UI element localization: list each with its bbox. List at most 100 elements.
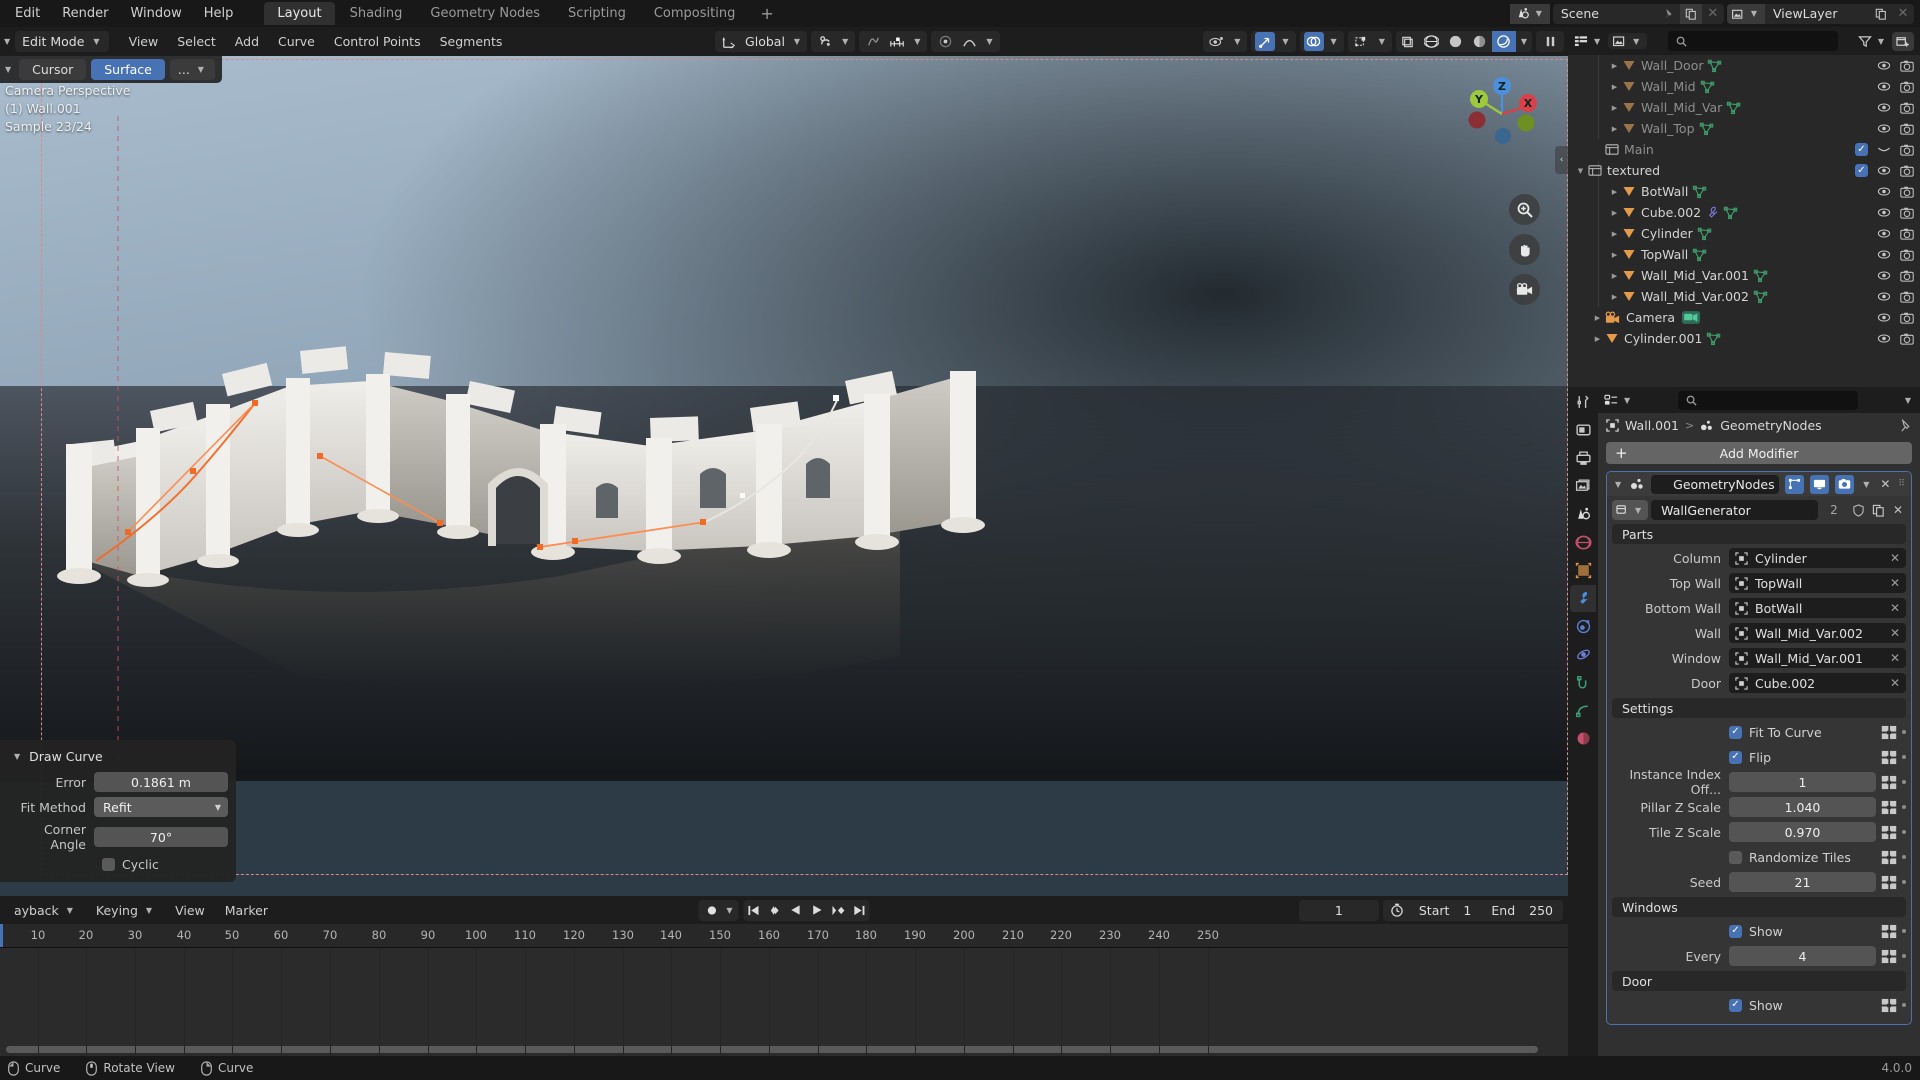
transform-orientation-selector[interactable]: Global ▼ (715, 31, 808, 52)
menu-segments[interactable]: Segments (431, 31, 512, 52)
shield-icon[interactable] (1850, 503, 1867, 517)
timeline-view-menu[interactable]: View (166, 900, 214, 921)
properties-content[interactable]: + Add Modifier ▼ GeometryNodes ▼ ✕ ⠿ ▼ W… (1598, 438, 1920, 1056)
input-node-toggle[interactable] (1881, 850, 1897, 865)
outliner-search-input[interactable] (1667, 31, 1838, 51)
camera-render-icon[interactable] (1900, 60, 1914, 72)
camera-view-icon[interactable] (1509, 274, 1540, 305)
playhead[interactable] (0, 924, 3, 947)
clear-object-icon[interactable]: ✕ (1890, 551, 1900, 565)
clear-object-icon[interactable]: ✕ (1890, 576, 1900, 590)
tab-geometry-nodes[interactable]: Geometry Nodes (417, 2, 553, 25)
drag-handle-icon[interactable]: ⠿ (1898, 479, 1906, 489)
cyclic-checkbox[interactable] (102, 858, 115, 871)
gizmo-selector[interactable]: ▼ (1251, 31, 1296, 52)
collection-enable-checkbox[interactable] (1855, 143, 1868, 156)
close-icon[interactable]: ✕ (1878, 477, 1892, 491)
shading-rendered-icon[interactable] (1491, 31, 1516, 52)
proportional-edit-group[interactable]: ▼ (859, 31, 928, 52)
input-node-toggle[interactable] (1881, 875, 1897, 890)
checkbox-row-randomize-tiles[interactable]: Randomize Tiles (1729, 850, 1876, 865)
breadcrumb-object[interactable]: Wall.001 (1625, 418, 1679, 433)
object-selector-door[interactable]: Cube.002 ✕ (1729, 673, 1906, 693)
outliner-row[interactable]: ▶ BotWall (1568, 181, 1920, 202)
tool-tab[interactable] (1570, 389, 1596, 416)
disclosure-triangle[interactable]: ▶ (1608, 293, 1621, 301)
outliner-row[interactable]: ▶ Cube.002 (1568, 202, 1920, 223)
animate-dot-icon[interactable] (1902, 730, 1906, 734)
clear-object-icon[interactable]: ✕ (1890, 626, 1900, 640)
outliner-row[interactable]: ▶ Wall_Mid_Var.001 (1568, 265, 1920, 286)
new-scene-icon[interactable] (1679, 3, 1702, 24)
duplicate-icon[interactable] (1870, 504, 1887, 517)
prev-keyframe-icon[interactable] (765, 900, 786, 921)
tab-scripting[interactable]: Scripting (555, 2, 639, 25)
outliner-row[interactable]: ▶ Wall_Mid (1568, 76, 1920, 97)
input-attribute-toggle-icon[interactable] (1881, 825, 1897, 840)
object-selector-top-wall[interactable]: TopWall ✕ (1729, 573, 1906, 593)
record-icon[interactable] (698, 900, 724, 921)
outliner-editor-type-button[interactable]: ▼ (1574, 35, 1603, 47)
animate-dot-icon[interactable] (1902, 805, 1906, 809)
shading-wireframe-icon[interactable] (1396, 31, 1420, 52)
visibility-selector[interactable]: ▼ (1203, 31, 1248, 52)
add-modifier-button[interactable]: + Add Modifier (1606, 442, 1912, 464)
outliner-filter-button[interactable]: ▼ (1857, 35, 1887, 48)
tool-settings-collapse-icon[interactable]: ▼ (2, 65, 14, 74)
value-field-tile-z-scale[interactable]: 0.970 (1729, 822, 1876, 842)
data-tab[interactable] (1570, 697, 1596, 724)
outliner-row[interactable]: ▶ TopWall (1568, 244, 1920, 265)
animate-dot-icon[interactable] (1902, 830, 1906, 834)
object-tab[interactable] (1570, 557, 1596, 584)
eye-icon[interactable] (1877, 165, 1891, 176)
disclosure-triangle[interactable]: ▶ (1608, 272, 1621, 280)
operator-panel-header[interactable]: ▼ Draw Curve (8, 746, 228, 772)
delete-scene-icon[interactable]: ✕ (1702, 4, 1724, 24)
collection-enable-checkbox[interactable] (1855, 164, 1868, 177)
zoom-icon[interactable] (1509, 194, 1540, 225)
menu-help[interactable]: Help (193, 3, 245, 24)
input-attribute-toggle-icon[interactable] (1881, 775, 1897, 790)
animate-dot-icon[interactable] (1902, 780, 1906, 784)
modifier-extras-dropdown[interactable]: ▼ (1860, 480, 1872, 489)
properties-search-input[interactable] (1677, 390, 1858, 410)
viewlayer-field[interactable]: ▼ ViewLayer ✕ (1726, 3, 1914, 24)
timeline-scrollbar[interactable] (6, 1046, 1538, 1053)
eye-icon[interactable] (1877, 312, 1891, 323)
output-tab[interactable] (1570, 445, 1596, 472)
playback-menu[interactable]: ayback ▼ (5, 900, 85, 921)
shading-matcap-icon[interactable] (1468, 31, 1492, 52)
disclosure-triangle[interactable]: ▶ (1608, 209, 1621, 217)
camera-render-icon[interactable] (1900, 312, 1914, 324)
timeline-marker-menu[interactable]: Marker (216, 900, 277, 921)
jump-start-icon[interactable] (744, 900, 765, 921)
modifier-name-field[interactable]: GeometryNodes (1651, 474, 1780, 494)
disclosure-triangle[interactable]: ▶ (1608, 104, 1621, 112)
modifier-tab[interactable] (1570, 585, 1596, 612)
outliner-list[interactable]: ▶ Wall_Door ▶ Wall_Mid ▶ Wall_Mid_Var ▶ … (1568, 55, 1920, 387)
camera-render-icon[interactable] (1900, 249, 1914, 261)
add-workspace-button[interactable]: + (750, 4, 783, 24)
value-field-instance-index-off---[interactable]: 1 (1729, 772, 1876, 792)
camera-render-icon[interactable] (1900, 291, 1914, 303)
checkbox-row-show[interactable]: Show (1729, 924, 1876, 939)
input-attribute-toggle-icon[interactable] (1881, 800, 1897, 815)
snapping-selector[interactable]: ▼ (811, 31, 856, 52)
menu-select[interactable]: Select (168, 31, 225, 52)
input-node-toggle[interactable] (1881, 924, 1897, 939)
section-header-parts[interactable]: Parts (1612, 524, 1906, 544)
eye-icon[interactable] (1877, 186, 1891, 197)
animate-dot-icon[interactable] (1902, 880, 1906, 884)
proportional-falloff-toggle-icon[interactable] (935, 32, 955, 51)
shading-solid-icon[interactable] (1420, 31, 1444, 52)
corner-angle-value[interactable]: 70° (94, 827, 228, 847)
cyclic-checkbox-row[interactable]: Cyclic (8, 857, 228, 872)
animate-dot-icon[interactable] (1902, 855, 1906, 859)
outliner-row[interactable]: Main (1568, 139, 1920, 160)
falloff-curve-icon[interactable] (959, 32, 979, 51)
disclosure-triangle[interactable]: ▼ (1574, 167, 1587, 175)
eye-icon[interactable] (1877, 81, 1891, 92)
disclosure-triangle[interactable]: ▶ (1608, 251, 1621, 259)
new-collection-icon[interactable] (1892, 31, 1914, 51)
xray-selector[interactable]: ▼ (1347, 31, 1392, 52)
